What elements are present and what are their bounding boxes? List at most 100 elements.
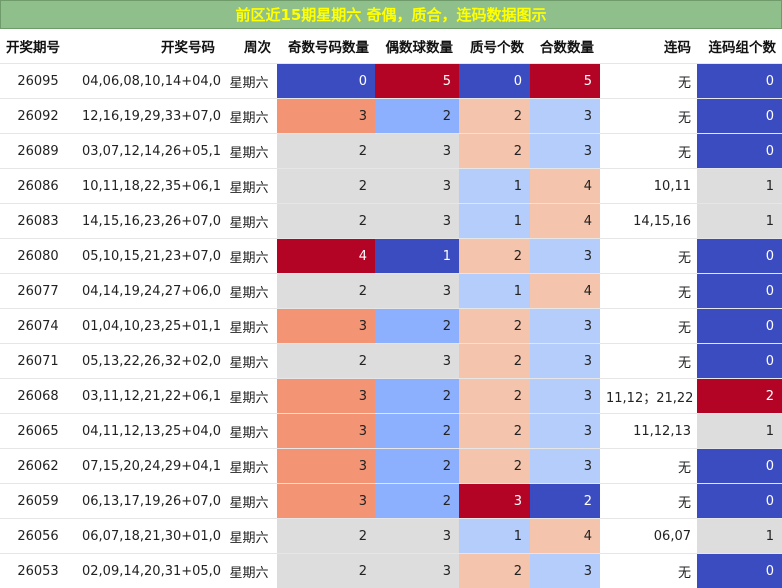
prime-count-cell: 2 xyxy=(459,134,530,169)
numbers-cell: 04,06,08,10,14+04,05 xyxy=(76,64,221,99)
composite-count-cell: 4 xyxy=(530,169,600,204)
day-cell: 星期六 xyxy=(221,169,277,204)
consecutive-cell: 14,15,16 xyxy=(600,204,697,239)
numbers-cell: 05,13,22,26,32+02,03 xyxy=(76,344,221,379)
odd-count-cell: 2 xyxy=(277,344,375,379)
issue-cell: 26053 xyxy=(0,554,76,588)
odd-count-cell: 2 xyxy=(277,274,375,309)
day-cell: 星期六 xyxy=(221,239,277,274)
consecutive-groups-cell: 1 xyxy=(697,204,782,239)
consecutive-cell: 无 xyxy=(600,134,697,169)
consecutive-cell: 06,07 xyxy=(600,519,697,554)
issue-cell: 26080 xyxy=(0,239,76,274)
day-cell: 星期六 xyxy=(221,414,277,449)
odd-count-cell: 3 xyxy=(277,99,375,134)
numbers-cell: 02,09,14,20,31+05,09 xyxy=(76,554,221,588)
composite-count-cell: 5 xyxy=(530,64,600,99)
numbers-cell: 03,11,12,21,22+06,10 xyxy=(76,379,221,414)
even-count-cell: 2 xyxy=(375,449,459,484)
prime-count-cell: 2 xyxy=(459,379,530,414)
prime-count-cell: 2 xyxy=(459,99,530,134)
even-count-cell: 2 xyxy=(375,484,459,519)
composite-count-cell: 2 xyxy=(530,484,600,519)
consecutive-groups-cell: 2 xyxy=(697,379,782,414)
composite-count-cell: 3 xyxy=(530,414,600,449)
issue-cell: 26062 xyxy=(0,449,76,484)
issue-cell: 26068 xyxy=(0,379,76,414)
header-prime: 质号个数 xyxy=(459,29,530,64)
odd-count-cell: 3 xyxy=(277,379,375,414)
day-cell: 星期六 xyxy=(221,554,277,588)
consecutive-cell: 无 xyxy=(600,554,697,588)
prime-count-cell: 1 xyxy=(459,169,530,204)
odd-count-cell: 3 xyxy=(277,484,375,519)
numbers-cell: 07,15,20,24,29+04,10 xyxy=(76,449,221,484)
issue-cell: 26092 xyxy=(0,99,76,134)
consecutive-groups-cell: 0 xyxy=(697,134,782,169)
day-cell: 星期六 xyxy=(221,519,277,554)
consecutive-cell: 无 xyxy=(600,239,697,274)
consecutive-groups-cell: 0 xyxy=(697,239,782,274)
prime-count-cell: 2 xyxy=(459,554,530,588)
even-count-cell: 1 xyxy=(375,239,459,274)
numbers-cell: 06,13,17,19,26+07,08 xyxy=(76,484,221,519)
composite-count-cell: 3 xyxy=(530,99,600,134)
issue-cell: 26065 xyxy=(0,414,76,449)
header-groups: 连码组个数 xyxy=(697,29,782,64)
table-row: 2605606,07,18,21,30+01,05星期六231406,071 xyxy=(0,519,782,554)
table-row: 2606504,11,12,13,25+04,08星期六322311,12,13… xyxy=(0,414,782,449)
day-cell: 星期六 xyxy=(221,134,277,169)
prime-count-cell: 1 xyxy=(459,519,530,554)
consecutive-cell: 10,11 xyxy=(600,169,697,204)
prime-count-cell: 2 xyxy=(459,414,530,449)
prime-count-cell: 1 xyxy=(459,274,530,309)
even-count-cell: 3 xyxy=(375,344,459,379)
prime-count-cell: 0 xyxy=(459,64,530,99)
composite-count-cell: 3 xyxy=(530,239,600,274)
issue-cell: 26074 xyxy=(0,309,76,344)
table-row: 2606207,15,20,24,29+04,10星期六3223无0 xyxy=(0,449,782,484)
day-cell: 星期六 xyxy=(221,204,277,239)
numbers-cell: 10,11,18,22,35+06,12 xyxy=(76,169,221,204)
consecutive-groups-cell: 0 xyxy=(697,309,782,344)
header-consec: 连码 xyxy=(600,29,697,64)
numbers-cell: 06,07,18,21,30+01,05 xyxy=(76,519,221,554)
consecutive-cell: 无 xyxy=(600,449,697,484)
prime-count-cell: 1 xyxy=(459,204,530,239)
header-odd: 奇数号码数量 xyxy=(277,29,375,64)
table-row: 2607105,13,22,26,32+02,03星期六2323无0 xyxy=(0,344,782,379)
numbers-cell: 12,16,19,29,33+07,09 xyxy=(76,99,221,134)
issue-cell: 26089 xyxy=(0,134,76,169)
day-cell: 星期六 xyxy=(221,274,277,309)
day-cell: 星期六 xyxy=(221,309,277,344)
table-row: 2605906,13,17,19,26+07,08星期六3232无0 xyxy=(0,484,782,519)
table-row: 2607401,04,10,23,25+01,12星期六3223无0 xyxy=(0,309,782,344)
prime-count-cell: 2 xyxy=(459,309,530,344)
prime-count-cell: 2 xyxy=(459,239,530,274)
issue-cell: 26086 xyxy=(0,169,76,204)
even-count-cell: 3 xyxy=(375,204,459,239)
composite-count-cell: 3 xyxy=(530,449,600,484)
composite-count-cell: 4 xyxy=(530,519,600,554)
consecutive-cell: 无 xyxy=(600,309,697,344)
even-count-cell: 5 xyxy=(375,64,459,99)
day-cell: 星期六 xyxy=(221,379,277,414)
consecutive-groups-cell: 1 xyxy=(697,414,782,449)
odd-count-cell: 2 xyxy=(277,134,375,169)
even-count-cell: 2 xyxy=(375,309,459,344)
numbers-cell: 05,10,15,21,23+07,08 xyxy=(76,239,221,274)
numbers-cell: 03,07,12,14,26+05,11 xyxy=(76,134,221,169)
header-row: 开奖期号 开奖号码 周次 奇数号码数量 偶数球数量 质号个数 合数数量 连码 连… xyxy=(0,29,782,64)
even-count-cell: 2 xyxy=(375,379,459,414)
prime-count-cell: 2 xyxy=(459,449,530,484)
consecutive-cell: 11,12；21,22 xyxy=(600,379,697,414)
consecutive-groups-cell: 0 xyxy=(697,484,782,519)
numbers-cell: 14,15,16,23,26+07,09 xyxy=(76,204,221,239)
composite-count-cell: 3 xyxy=(530,554,600,588)
numbers-cell: 01,04,10,23,25+01,12 xyxy=(76,309,221,344)
even-count-cell: 3 xyxy=(375,519,459,554)
day-cell: 星期六 xyxy=(221,449,277,484)
consecutive-cell: 无 xyxy=(600,344,697,379)
issue-cell: 26095 xyxy=(0,64,76,99)
consecutive-groups-cell: 0 xyxy=(697,449,782,484)
